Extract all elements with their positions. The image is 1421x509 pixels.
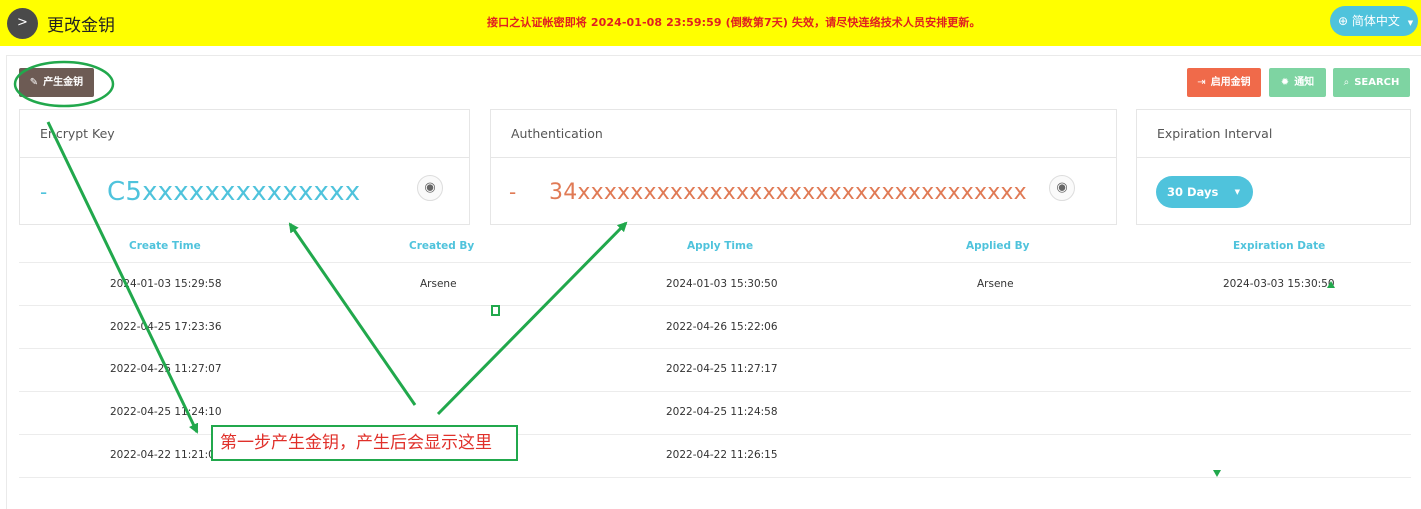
table-cell-created-by: Arsene [420, 278, 457, 290]
generate-key-button[interactable]: ✎ 产生金钥 [19, 68, 94, 97]
table-cell-create-time: 2022-04-25 17:23:36 [110, 321, 222, 333]
globe-icon: ⊕ [1338, 14, 1349, 28]
table-cell-applied-by: Arsene [977, 278, 1014, 290]
language-selector[interactable]: ⊕ 简体中文 ▼ [1330, 6, 1418, 36]
caret-down-icon: ▼ [1407, 19, 1414, 27]
table-row-divider [19, 305, 1411, 306]
table-row-divider [19, 348, 1411, 349]
column-apply-time: Apply Time [687, 240, 754, 252]
encrypt-key-dash: - [40, 180, 48, 204]
table-row-divider [19, 391, 1411, 392]
encrypt-key-card: Encrypt Key - C5xxxxxxxxxxxxxx ◉ [19, 109, 470, 225]
column-create-time: Create Time [129, 240, 201, 252]
authentication-dash: - [509, 180, 517, 204]
show-encrypt-key-button[interactable]: ◉ [417, 175, 443, 201]
generate-key-label: 产生金钥 [43, 77, 84, 88]
encrypt-key-value: C5xxxxxxxxxxxxxx [107, 177, 361, 207]
expiration-interval-select[interactable]: 30 Days ▼ [1156, 176, 1253, 208]
expiration-interval-card: Expiration Interval 30 Days ▼ [1136, 109, 1411, 225]
edit-icon: ✎ [29, 77, 39, 88]
authentication-title: Authentication [491, 110, 1116, 158]
table-row-divider [19, 477, 1411, 478]
eye-icon: ◉ [424, 180, 436, 195]
expiration-interval-value: 30 Days [1167, 185, 1219, 199]
expand-sidebar-button[interactable]: > [7, 8, 38, 39]
chevron-right-icon: > [17, 15, 28, 30]
table-cell-create-time: 2022-04-22 11:21:04 [110, 449, 222, 461]
annotation-callout: 第一步产生金钥，产生后会显示这里 [211, 425, 518, 461]
search-icon: ⌕ [1343, 77, 1350, 88]
table-cell-create-time: 2022-04-25 11:27:07 [110, 363, 222, 375]
language-label: 简体中文 [1351, 14, 1400, 28]
notify-button[interactable]: ✹ 通知 [1269, 68, 1326, 97]
table-cell-expiration-date: 2024-03-03 15:30:50 [1223, 278, 1335, 290]
enable-key-button[interactable]: ⇥ 启用金钥 [1187, 68, 1261, 97]
eye-icon: ◉ [1056, 180, 1068, 195]
table-header-divider [19, 262, 1411, 263]
expiration-interval-title: Expiration Interval [1137, 110, 1410, 158]
table-cell-create-time: 2024-01-03 15:29:58 [110, 278, 222, 290]
caret-down-icon: ▼ [1234, 188, 1240, 196]
authentication-card: Authentication - 34xxxxxxxxxxxxxxxxxxxxx… [490, 109, 1117, 225]
table-cell-apply-time: 2022-04-22 11:26:15 [666, 449, 778, 461]
column-applied-by: Applied By [966, 240, 1030, 252]
expiry-warning: 接口之认证帐密即将 2024-01-08 23:59:59 (倒数第7天) 失效… [487, 16, 981, 29]
notify-label: 通知 [1294, 77, 1315, 88]
page-title: 更改金钥 [47, 16, 115, 36]
top-bar: > 更改金钥 接口之认证帐密即将 2024-01-08 23:59:59 (倒数… [0, 0, 1421, 46]
table-cell-apply-time: 2022-04-25 11:24:58 [666, 406, 778, 418]
table-cell-apply-time: 2022-04-25 11:27:17 [666, 363, 778, 375]
show-authentication-button[interactable]: ◉ [1049, 175, 1075, 201]
search-button[interactable]: ⌕ SEARCH [1333, 68, 1410, 97]
authentication-value: 34xxxxxxxxxxxxxxxxxxxxxxxxxxxxxxxxxx [549, 180, 1027, 205]
gear-icon: ✹ [1280, 77, 1290, 88]
table-cell-create-time: 2022-04-25 11:24:10 [110, 406, 222, 418]
encrypt-key-title: Encrypt Key [20, 110, 469, 158]
column-expiration-date: Expiration Date [1233, 240, 1326, 252]
search-label: SEARCH [1354, 77, 1400, 88]
table-cell-apply-time: 2022-04-26 15:22:06 [666, 321, 778, 333]
column-created-by: Created By [409, 240, 475, 252]
table-cell-apply-time: 2024-01-03 15:30:50 [666, 278, 778, 290]
sign-in-icon: ⇥ [1197, 77, 1206, 88]
enable-key-label: 启用金钥 [1210, 77, 1251, 88]
